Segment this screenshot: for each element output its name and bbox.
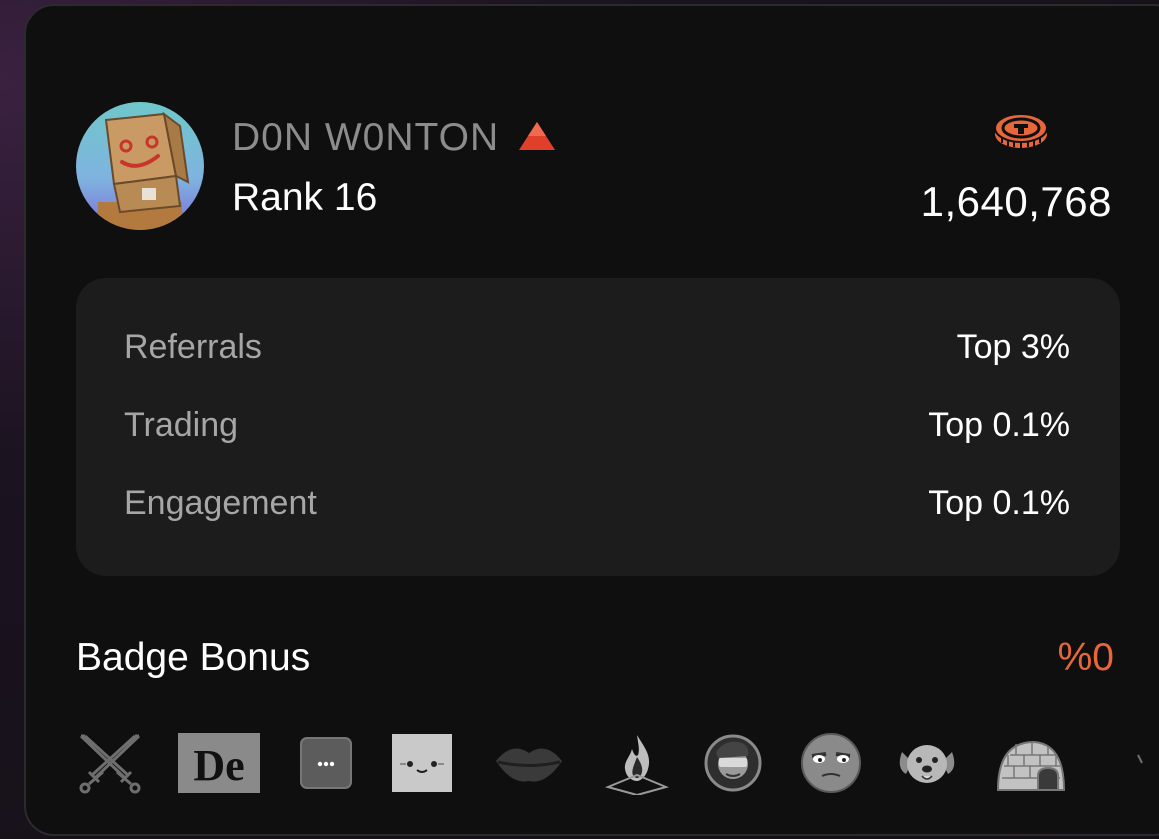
cat-face-badge[interactable]: [392, 730, 452, 796]
username[interactable]: D0N W0NTON: [232, 116, 499, 160]
stat-row-trading: Trading Top 0.1%: [124, 406, 1070, 445]
badge-bonus-value: %0: [1057, 636, 1114, 679]
dog-face-badge[interactable]: [896, 730, 958, 796]
rank-label: Rank 16: [232, 176, 378, 219]
stat-value: Top 0.1%: [928, 484, 1070, 522]
flame-badge[interactable]: [604, 730, 670, 796]
lips-badge[interactable]: [494, 730, 564, 796]
igloo-badge[interactable]: [994, 730, 1068, 796]
stat-value: Top 3%: [956, 328, 1070, 366]
stat-label: Trading: [124, 406, 239, 444]
badge-bonus-title: Badge Bonus: [76, 636, 311, 679]
grumpy-face-badge[interactable]: [800, 730, 862, 796]
stats-panel: Referrals Top 3% Trading Top 0.1% Engage…: [76, 278, 1120, 576]
stat-value: Top 0.1%: [928, 406, 1070, 444]
stat-label: Referrals: [124, 328, 262, 366]
coin-icon: [992, 108, 1050, 157]
stat-label: Engagement: [124, 484, 317, 522]
svg-text:De: De: [193, 741, 244, 790]
ellipsis-chat-badge[interactable]: [300, 730, 352, 796]
profile-card: D0N W0NTON Rank 16 1,640,768 Referrals T…: [24, 4, 1159, 836]
crossed-swords-badge[interactable]: [74, 730, 146, 796]
stat-row-referrals: Referrals Top 3%: [124, 328, 1070, 367]
rank-up-icon: [517, 120, 557, 157]
partial-badge: [1136, 730, 1144, 796]
points-value: 1,640,768: [920, 178, 1112, 225]
username-row: D0N W0NTON: [232, 116, 557, 160]
vr-headset-avatar-badge[interactable]: [704, 730, 762, 796]
avatar[interactable]: [76, 102, 204, 230]
stat-row-engagement: Engagement Top 0.1%: [124, 484, 1070, 523]
badge-list: De: [74, 730, 1144, 800]
de-logo-badge[interactable]: De: [178, 730, 260, 796]
